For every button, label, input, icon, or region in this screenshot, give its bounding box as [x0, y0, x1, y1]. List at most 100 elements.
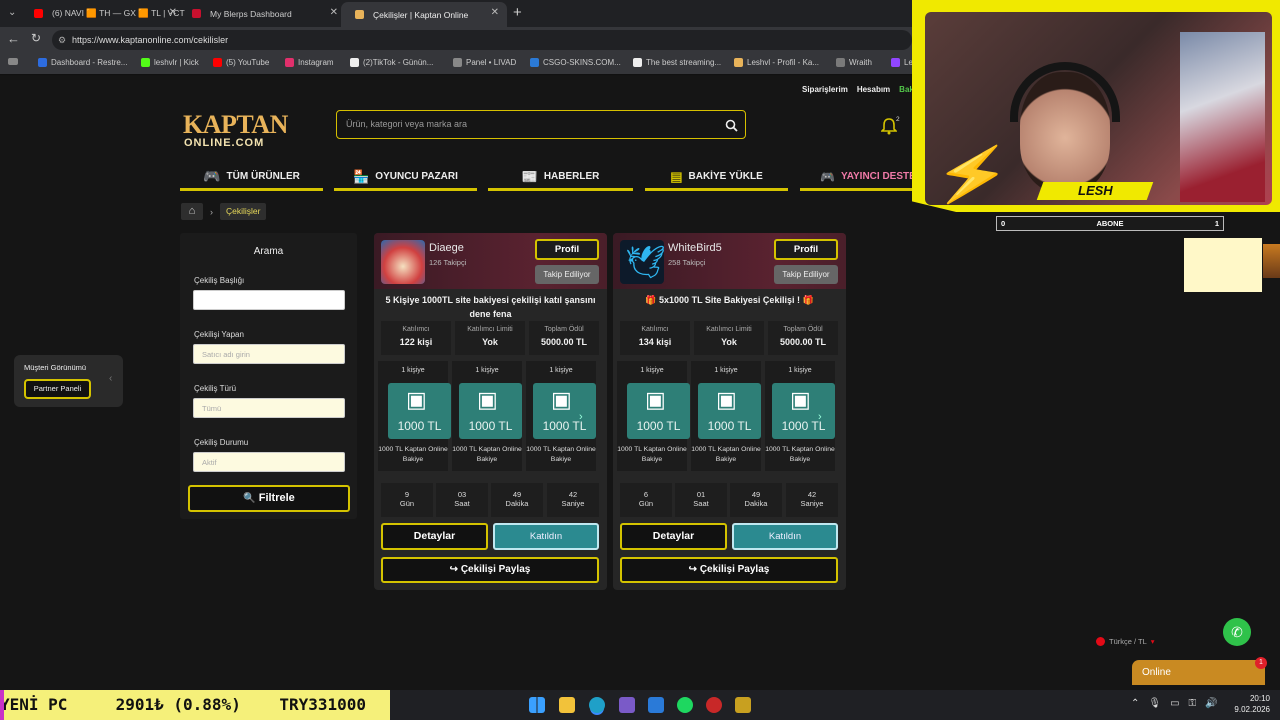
url-field[interactable]: ⚙ https://www.kaptanonline.com/cekilisle… — [52, 30, 912, 50]
stat-value: 5000.00 TL — [779, 337, 827, 347]
system-tray-icons[interactable]: ⌃🎙▭⚿🔊 — [1131, 698, 1227, 709]
edge-browser-icon[interactable] — [589, 697, 605, 713]
prize-item: 1 kişiye ▣ 1000 TL 1000 TL Kaptan Online Ba… — [378, 361, 451, 471]
tab-blerps[interactable]: My Blerps Dashboard ✕ — [178, 0, 346, 27]
bookmark-item[interactable]: Wraith — [836, 58, 872, 67]
bookmark-item[interactable]: (5) YouTube — [213, 58, 269, 67]
spotify-icon[interactable] — [677, 697, 693, 713]
file-explorer-icon[interactable] — [559, 697, 575, 713]
steam-icon[interactable] — [706, 697, 722, 713]
stat-limit: Katılımcı Limiti Yok — [455, 321, 525, 355]
new-tab-plus-icon[interactable]: + — [513, 4, 522, 21]
discord-icon[interactable] — [619, 697, 635, 713]
share-giveaway-button[interactable]: ↪ Çekilişi Paylaş — [620, 557, 838, 583]
breadcrumb-current[interactable]: Çekilişler — [220, 203, 267, 220]
chevron-right-icon[interactable]: › — [579, 411, 583, 423]
app-icon[interactable] — [735, 697, 751, 713]
countdown-number: 9 — [404, 490, 410, 499]
bookmark-item[interactable]: Dashboard - Restre... — [38, 58, 127, 67]
ticker-divider — [0, 690, 4, 720]
following-button[interactable]: Takip Ediliyor — [774, 265, 838, 284]
account-link[interactable]: Hesabım — [857, 85, 890, 94]
countdown-number: 49 — [512, 490, 522, 499]
username[interactable]: WhiteBird5 — [668, 242, 722, 254]
filter-title: Arama — [253, 246, 284, 257]
partner-panel-button[interactable]: Partner Paneli — [24, 379, 91, 399]
bookmark-item[interactable]: leshvlr | Kick — [141, 58, 199, 67]
whatsapp-icon[interactable]: ✆ — [1223, 618, 1251, 646]
chevron-left-icon[interactable]: ‹ — [109, 373, 112, 384]
home-icon[interactable]: ⌂ — [181, 203, 203, 220]
follower-count: 126 Takipçi — [429, 258, 467, 267]
tab-search-chevron-icon[interactable]: ⌄ — [8, 7, 16, 18]
filter-button[interactable]: 🔍 Filtrele — [188, 485, 350, 512]
profile-button[interactable]: Profil — [535, 239, 599, 260]
status-select[interactable]: Aktif — [193, 452, 345, 472]
details-button[interactable]: Detaylar — [381, 523, 488, 550]
photos-icon[interactable] — [648, 697, 664, 713]
countdown-days: 9 Gün — [381, 483, 433, 517]
customer-view-label: Müşteri Görünümü — [24, 363, 87, 372]
type-select[interactable]: Tümü — [193, 398, 345, 418]
countdown-number: 01 — [696, 490, 706, 499]
language-selector[interactable]: Türkçe / TL ▾ — [1096, 637, 1155, 646]
share-giveaway-button[interactable]: ↪ Çekilişi Paylaş — [381, 557, 599, 583]
avatar[interactable] — [381, 240, 425, 284]
prize-box: ▣ 1000 TL — [459, 383, 522, 439]
joined-button[interactable]: Katıldın — [493, 523, 599, 550]
countdown-seconds: 42 Saniye — [547, 483, 599, 517]
sidebar-toggle-icon[interactable] — [8, 58, 18, 65]
bookmark-item[interactable]: Le — [891, 58, 913, 67]
prize-amount: 1000 TL — [781, 419, 826, 433]
chevron-right-icon[interactable]: › — [818, 411, 822, 423]
nav-gamer-market[interactable]: 🏪 OYUNCU PAZARI — [334, 165, 477, 191]
headphones — [1010, 62, 1120, 122]
clock[interactable]: 20:10 9.02.2026 — [1234, 694, 1270, 714]
bookmark-item[interactable]: CSGO-SKINS.COM... — [530, 58, 621, 67]
nav-load-balance[interactable]: ▤ BAKİYE YÜKLE — [645, 165, 788, 191]
prize-description: 1000 TL Kaptan Online Bakiye — [378, 446, 448, 463]
back-arrow-icon[interactable]: ← — [7, 31, 20, 46]
site-logo[interactable]: KAPTAN — [183, 112, 288, 138]
bookmark-item[interactable]: Panel • LIVAD — [453, 58, 516, 67]
tab-navi[interactable]: (6) NAVI 🟧 TH — GX 🟧 TL | VCT ✕ — [20, 0, 185, 27]
share-label: Çekilişi Paylaş — [460, 564, 531, 575]
username[interactable]: Diaege — [429, 242, 464, 254]
overlay-panel — [1184, 238, 1262, 292]
site-info-icon[interactable]: ⚙ — [58, 30, 66, 50]
close-icon[interactable]: ✕ — [330, 7, 338, 18]
bookmark-item[interactable]: The best streaming... — [633, 58, 721, 67]
live-chat-button[interactable]: Online — [1132, 660, 1265, 685]
balance-link[interactable]: Bak — [899, 85, 914, 94]
avatar[interactable]: 🕊 — [620, 240, 666, 284]
details-button[interactable]: Detaylar — [620, 523, 727, 550]
seller-input[interactable]: Satıcı adı girin — [193, 344, 345, 364]
following-button[interactable]: Takip Ediliyor — [535, 265, 599, 284]
bookmark-favicon-icon — [350, 58, 359, 67]
goal-end: 1 — [1214, 219, 1219, 228]
search-input[interactable]: Ürün, kategori veya marka ara — [336, 110, 746, 139]
stat-participants: Katılımcı 134 kişi — [620, 321, 690, 355]
bookmark-item[interactable]: Instagram — [285, 58, 334, 67]
giveaway-title-input[interactable] — [193, 290, 345, 310]
bookmark-item[interactable]: Leshvl - Profil - Ka... — [734, 58, 819, 67]
orders-link[interactable]: Siparişlerim — [802, 85, 848, 94]
nav-streamer-support[interactable]: 🎮 YAYINCI DESTE — [800, 165, 916, 191]
joined-button[interactable]: Katıldın — [732, 523, 838, 550]
close-icon[interactable]: ✕ — [491, 7, 499, 18]
profile-button[interactable]: Profil — [774, 239, 838, 260]
bell-icon[interactable] — [881, 118, 897, 135]
tab-kaptan[interactable]: Çekilişler | Kaptan Online ✕ — [341, 2, 507, 27]
close-icon[interactable]: ✕ — [169, 7, 177, 18]
countdown-hours: 03 Saat — [436, 483, 488, 517]
reload-icon[interactable]: ↻ — [31, 31, 41, 45]
nav-news[interactable]: 📰 HABERLER — [488, 165, 633, 191]
filter-panel: Arama Çekiliş Başlığı Çekilişi Yapan Sat… — [180, 233, 357, 519]
bookmark-item[interactable]: (2)TikTok - Günün... — [350, 58, 433, 67]
stat-label: Katılımcı — [402, 326, 430, 333]
nav-all-products[interactable]: 🎮 TÜM ÜRÜNLER — [180, 165, 323, 191]
windows-start-icon[interactable] — [529, 697, 545, 713]
gift-card-icon: ▣ — [477, 387, 498, 412]
subscriber-goal-bar: 0 ABONE 1 — [996, 216, 1224, 231]
search-icon[interactable] — [725, 119, 738, 132]
